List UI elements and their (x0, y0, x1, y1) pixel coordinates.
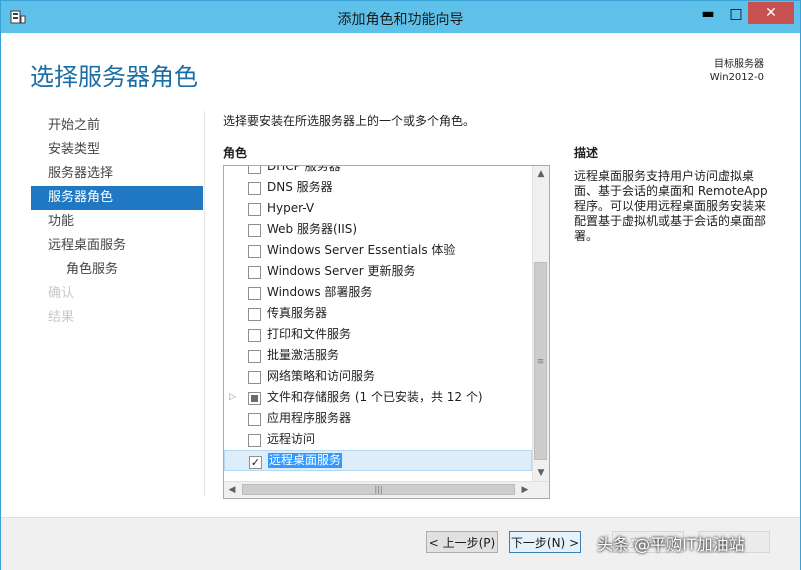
role-checkbox[interactable] (248, 245, 261, 258)
nav-item[interactable]: 安装类型 (31, 138, 203, 162)
nav-item[interactable]: 远程桌面服务 (31, 234, 203, 258)
horizontal-scrollbar[interactable]: ◀ ||| ▶ (224, 481, 549, 498)
role-row[interactable]: 批量激活服务 (224, 345, 532, 366)
expand-icon[interactable]: ▷ (229, 387, 236, 408)
role-label: Windows Server Essentials 体验 (267, 243, 456, 257)
role-checkbox[interactable] (248, 224, 261, 237)
nav-item[interactable]: 服务器选择 (31, 162, 203, 186)
nav-item[interactable]: 功能 (31, 210, 203, 234)
role-checkbox[interactable] (248, 371, 261, 384)
role-row[interactable]: 传真服务器 (224, 303, 532, 324)
role-row[interactable]: 打印和文件服务 (224, 324, 532, 345)
description-label: 描述 (574, 146, 599, 160)
maximize-icon[interactable]: □ (723, 4, 749, 24)
role-checkbox[interactable] (248, 329, 261, 342)
role-checkbox[interactable] (248, 308, 261, 321)
role-row[interactable]: DNS 服务器 (224, 177, 532, 198)
role-row[interactable]: Windows Server 更新服务 (224, 261, 532, 282)
role-row[interactable]: ✓ 远程桌面服务 (224, 450, 532, 471)
nav-item[interactable]: 开始之前 (31, 114, 203, 138)
scroll-right-icon[interactable]: ▶ (517, 482, 533, 498)
target-server-value: Win2012-0 (709, 72, 764, 83)
role-checkbox[interactable] (248, 182, 261, 195)
target-server: 目标服务器 Win2012-0 (710, 58, 764, 84)
role-label: DNS 服务器 (267, 180, 333, 194)
page-title: 选择服务器角色 (30, 63, 198, 91)
role-label: Windows Server 更新服务 (267, 264, 416, 278)
role-checkbox[interactable] (248, 413, 261, 426)
scroll-left-icon[interactable]: ◀ (224, 482, 240, 498)
watermark-text: 头条 @平购IT加油站 (597, 535, 745, 554)
role-label: 文件和存储服务 (1 个已安装，共 12 个) (267, 390, 483, 404)
next-button[interactable]: 下一步(N) > (509, 531, 581, 553)
close-icon[interactable]: ✕ (748, 2, 794, 24)
role-row[interactable]: 应用程序服务器 (224, 408, 532, 429)
description-text: 远程桌面服务支持用户访问虚拟桌面、基于会话的桌面和 RemoteApp 程序。可… (574, 169, 768, 243)
target-server-label: 目标服务器 (714, 59, 764, 70)
vertical-scrollbar[interactable]: ▲ ≡ ▼ (532, 166, 549, 481)
scroll-down-icon[interactable]: ▼ (533, 465, 549, 481)
role-checkbox[interactable] (248, 166, 261, 174)
role-label: 批量激活服务 (267, 348, 340, 362)
role-row[interactable]: Web 服务器(IIS) (224, 219, 532, 240)
role-checkbox[interactable] (248, 434, 261, 447)
nav-divider (204, 111, 205, 496)
role-row[interactable]: DHCP 服务器 (224, 165, 532, 177)
roles-label: 角色 (223, 146, 248, 160)
instruction-text: 选择要安装在所选服务器上的一个或多个角色。 (223, 114, 476, 128)
title-bar[interactable]: 添加角色和功能向导 ▬ □ ✕ (1, 1, 800, 33)
window-title: 添加角色和功能向导 (337, 12, 464, 28)
role-checkbox[interactable] (248, 266, 261, 279)
wizard-window: 添加角色和功能向导 ▬ □ ✕ 选择服务器角色 目标服务器 Win2012-0 … (0, 0, 801, 570)
role-checkbox[interactable] (248, 203, 261, 216)
role-row[interactable]: 网络策略和访问服务 (224, 366, 532, 387)
previous-button[interactable]: < 上一步(P) (426, 531, 498, 553)
role-checkbox[interactable] (248, 350, 261, 363)
roles-list[interactable]: DHCP 服务器 DNS 服务器 Hyper-V Web 服务器(IIS) Window… (223, 165, 550, 499)
wizard-nav: 开始之前 安装类型 服务器选择 服务器角色 功能 远程桌面服务 角色服务确认结果 (31, 114, 203, 330)
role-label: 网络策略和访问服务 (267, 369, 376, 383)
role-row[interactable]: 远程访问 (224, 429, 532, 450)
role-row[interactable]: ▷ 文件和存储服务 (1 个已安装，共 12 个) (224, 387, 532, 408)
role-label: DHCP 服务器 (267, 165, 341, 173)
role-label: Hyper-V (267, 201, 315, 215)
nav-item: 结果 (48, 310, 75, 325)
role-label: Web 服务器(IIS) (267, 222, 358, 236)
role-label: 远程桌面服务 (268, 453, 343, 468)
scroll-up-icon[interactable]: ▲ (533, 166, 549, 182)
role-row[interactable]: Windows Server Essentials 体验 (224, 240, 532, 261)
nav-item[interactable]: 角色服务 (31, 258, 203, 282)
nav-item: 确认 (48, 286, 75, 301)
role-label: 应用程序服务器 (267, 411, 352, 425)
role-label: Windows 部署服务 (267, 285, 373, 299)
role-label: 远程访问 (267, 432, 316, 446)
role-row[interactable]: Hyper-V (224, 198, 532, 219)
roles-list-items: DHCP 服务器 DNS 服务器 Hyper-V Web 服务器(IIS) Window… (224, 165, 532, 471)
role-checkbox[interactable] (248, 287, 261, 300)
horizontal-scroll-thumb[interactable]: ||| (242, 484, 515, 495)
role-label: 传真服务器 (267, 306, 328, 320)
role-row[interactable]: Windows 部署服务 (224, 282, 532, 303)
role-checkbox[interactable] (248, 392, 261, 405)
vertical-scroll-thumb[interactable]: ≡ (534, 262, 547, 460)
nav-item[interactable]: 服务器角色 (31, 186, 203, 210)
role-label: 打印和文件服务 (267, 327, 352, 341)
minimize-icon[interactable]: ▬ (695, 4, 721, 24)
role-checkbox[interactable]: ✓ (249, 456, 262, 469)
